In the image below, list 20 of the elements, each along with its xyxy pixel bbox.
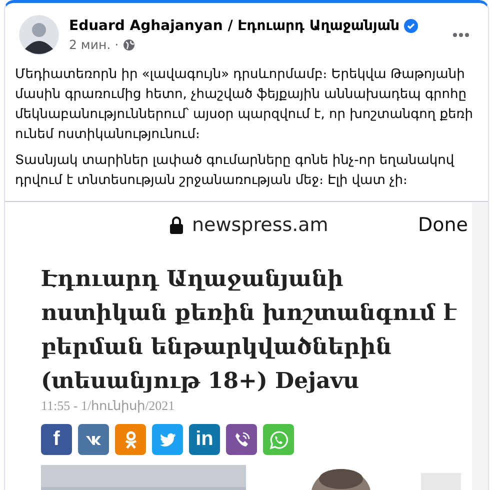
article-headline: Էդուարդ Աղաջանյանի ոստիկան քեռին խոշտանգում է բերման ենթարկվածներին (տեսանյութ 18+) Dejavu xyxy=(41,265,458,396)
globe-icon[interactable] xyxy=(122,38,135,50)
share-button[interactable] xyxy=(152,424,183,455)
post-text: Մեդիատեռորն իր «լավագույն» դրսևորմամբ։ Երեկվա Թաթոյանի մասին գրառումից հետո, չհաշված ֆեյքային աննախադեպ գրոհը մեկնաբանություններում՝ այսօր պարզվում է, որ խոշտանգող քեռի ունեմ ոստիկանությունում։ xyxy=(15,66,474,144)
post-text: Տասնյակ տարիներ լափած գումարները գոնե ինչ-որ եղանակով դրվում է տնտեսության շրջանառության մեջ։ Էլի վատ չի։ xyxy=(15,152,456,190)
post-time[interactable]: 2 мин. xyxy=(69,37,111,52)
share-button[interactable]: in xyxy=(189,424,220,455)
url-text: newspress.am xyxy=(192,214,328,236)
author-name[interactable]: Eduard Aghajanyan / Էդուարդ Աղաջանյան xyxy=(69,18,400,34)
avatar[interactable] xyxy=(19,15,59,55)
chat-phone-icon xyxy=(268,430,288,450)
share-button[interactable] xyxy=(78,424,109,455)
more-options-icon[interactable] xyxy=(452,32,470,38)
done-link[interactable]: Done xyxy=(418,214,468,236)
share-button[interactable] xyxy=(115,424,146,455)
share-button[interactable]: f xyxy=(41,424,72,455)
lock-icon xyxy=(169,216,184,234)
article-date: 11:55 - 1/հունիսի/2021 xyxy=(41,398,176,414)
share-button[interactable] xyxy=(226,424,257,455)
separator: · xyxy=(114,37,119,52)
